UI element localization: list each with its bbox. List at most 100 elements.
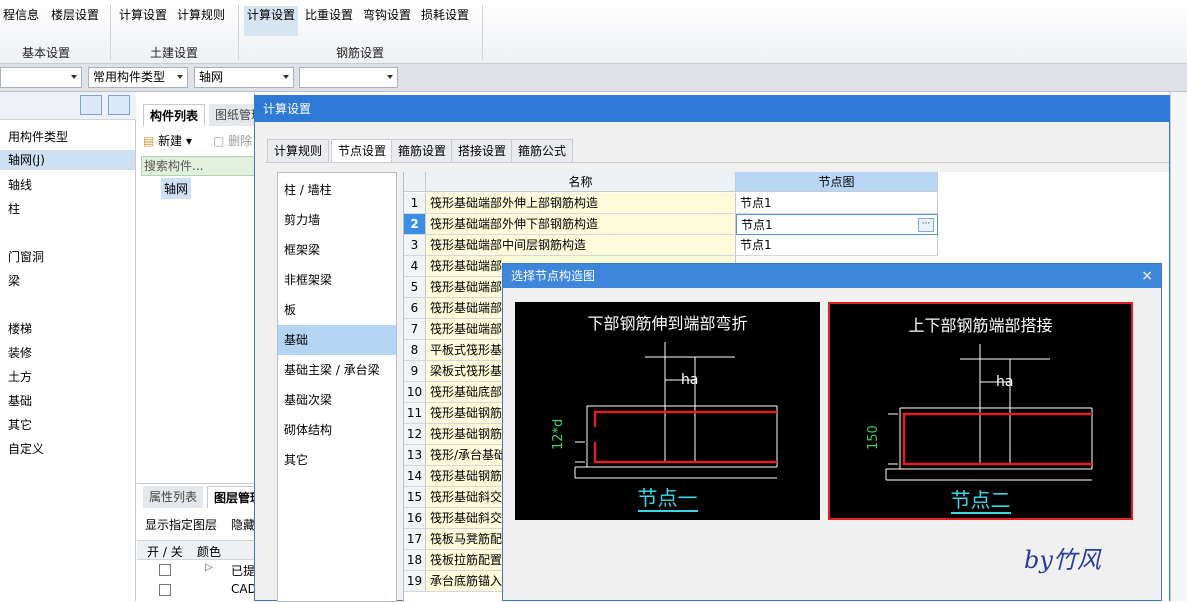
tree-item[interactable]: 楼梯 [8, 320, 32, 337]
row-number[interactable]: 19 [404, 571, 426, 592]
ribbon-tab-rebar-calc-settings[interactable]: 计算设置 [244, 6, 299, 36]
ribbon-tab-project-info[interactable]: 程信息 [0, 6, 42, 26]
new-button[interactable]: ▤ 新建 ▾ [143, 132, 192, 149]
tree-item[interactable]: 门窗洞 [8, 248, 44, 265]
row-name[interactable]: 筏形基础端部中间层钢筋构造 [426, 235, 736, 256]
row-number[interactable]: 10 [404, 382, 426, 403]
category-item[interactable]: 砌体结构 [278, 415, 396, 445]
node-option-2-selected[interactable]: 上下部钢筋端部搭接 ha 150 节点二 [828, 302, 1133, 520]
node-option-1[interactable]: 下部钢筋伸到端部弯折 ha 12*d 节点一 [515, 302, 820, 520]
tree-item-selected[interactable]: 轴网(J) [0, 150, 135, 170]
ribbon-separator [482, 4, 483, 60]
dim-ha: ha [681, 372, 699, 388]
tab-node-settings[interactable]: 节点设置 [331, 139, 394, 163]
category-item[interactable]: 框架梁 [278, 235, 396, 265]
ribbon-separator [110, 4, 111, 60]
ribbon-tab-weight-settings[interactable]: 比重设置 [302, 6, 356, 26]
row-number[interactable]: 3 [404, 235, 426, 256]
node-label-text: 节点一 [637, 486, 698, 512]
ribbon-tab-hook-settings[interactable]: 弯钩设置 [360, 6, 414, 26]
row-number[interactable]: 4 [404, 256, 426, 277]
delete-button[interactable]: ▢ 删除 [213, 132, 252, 149]
chevron-down-icon [71, 75, 77, 79]
node-value-cell[interactable]: 节点1 [736, 235, 938, 256]
tree-item[interactable]: 装修 [8, 344, 32, 361]
ribbon-tab-calc-settings[interactable]: 计算设置 [116, 6, 170, 26]
component-combo[interactable]: 轴网 [194, 67, 294, 88]
node-option-label: 节点一 [515, 482, 820, 512]
category-item[interactable]: 剪力墙 [278, 205, 396, 235]
category-list: 柱 / 墙柱 剪力墙 框架梁 非框架梁 板 基础 基础主梁 / 承台梁 基础次梁… [277, 172, 397, 602]
row-name[interactable]: 筏形基础端部外伸下部钢筋构造 [426, 214, 736, 235]
col-name-header: 名称 [426, 172, 736, 192]
floor-combo[interactable] [0, 67, 82, 88]
row-number[interactable]: 11 [404, 403, 426, 424]
row-number[interactable]: 16 [404, 508, 426, 529]
node-value-cell[interactable]: 节点1 [736, 193, 938, 214]
chevron-down-icon [387, 75, 393, 79]
row-number[interactable]: 2 [404, 214, 426, 235]
tree-item[interactable]: 柱 [8, 200, 20, 217]
tab-lap-settings[interactable]: 搭接设置 [451, 139, 514, 163]
tab-property-list[interactable]: 属性列表 [143, 486, 204, 508]
chevron-down-icon [283, 75, 289, 79]
row-number[interactable]: 8 [404, 340, 426, 361]
panel-view-icon[interactable] [108, 95, 130, 115]
search-input[interactable]: 搜索构件... [141, 156, 255, 176]
close-icon[interactable]: × [1141, 264, 1153, 288]
list-view-icon[interactable] [80, 95, 102, 115]
new-label: 新建 [158, 134, 183, 148]
row-name[interactable]: 筏形基础端部外伸上部钢筋构造 [426, 193, 736, 214]
row-number[interactable]: 12 [404, 424, 426, 445]
ribbon-tab-loss-settings[interactable]: 损耗设置 [418, 6, 472, 26]
layer-checkbox[interactable] [159, 564, 171, 576]
row-number[interactable]: 15 [404, 487, 426, 508]
category-item-selected[interactable]: 基础 [278, 325, 396, 355]
row-number[interactable]: 17 [404, 529, 426, 550]
expand-icon[interactable]: ▷ [205, 562, 213, 573]
ribbon-tab-floor-settings[interactable]: 楼层设置 [48, 6, 102, 26]
tree-item[interactable]: 用构件类型 [8, 128, 68, 145]
ribbon-tab-calc-rules[interactable]: 计算规则 [174, 6, 228, 26]
row-number[interactable]: 1 [404, 193, 426, 214]
category-item[interactable]: 柱 / 墙柱 [278, 175, 396, 205]
row-number[interactable]: 14 [404, 466, 426, 487]
category-item[interactable]: 板 [278, 295, 396, 325]
layer-row: CAD [231, 582, 257, 596]
hide-button[interactable]: 隐藏 [231, 516, 255, 533]
dim-12d: 12*d [551, 418, 566, 450]
show-layer-button[interactable]: 显示指定图层 [145, 516, 217, 533]
row-number[interactable]: 5 [404, 277, 426, 298]
category-item[interactable]: 非框架梁 [278, 265, 396, 295]
layer-checkbox[interactable] [159, 584, 171, 596]
row-number[interactable]: 13 [404, 445, 426, 466]
tree-item[interactable]: 其它 [8, 416, 32, 433]
tree-item[interactable]: 土方 [8, 368, 32, 385]
tree-item[interactable]: 轴线 [8, 176, 32, 193]
row-number[interactable]: 18 [404, 550, 426, 571]
grid-corner [404, 172, 426, 192]
layer-row: 已提 [231, 564, 256, 578]
tree-item[interactable]: 自定义 [8, 440, 44, 457]
component-tree-panel: 用构件类型 轴网(J) 轴线 柱 门窗洞 梁 楼梯 装修 土方 基础 其它 自定… [0, 92, 136, 601]
row-number[interactable]: 6 [404, 298, 426, 319]
component-type-value: 常用构件类型 [93, 70, 166, 84]
ribbon-group-civil: 土建设置 [150, 46, 199, 60]
node-dialog-title: 选择节点构造图 × [503, 264, 1161, 288]
row-number[interactable]: 9 [404, 361, 426, 382]
list-item[interactable]: 轴网 [161, 178, 192, 199]
tree-item[interactable]: 梁 [8, 272, 20, 289]
category-item[interactable]: 其它 [278, 445, 396, 475]
ellipsis-icon[interactable]: ··· [918, 218, 934, 232]
component-type-combo[interactable]: 常用构件类型 [88, 67, 188, 88]
category-item[interactable]: 基础次梁 [278, 385, 396, 415]
category-item[interactable]: 基础主梁 / 承台梁 [278, 355, 396, 385]
tab-component-list[interactable]: 构件列表 [143, 104, 206, 126]
tab-calc-rules[interactable]: 计算规则 [267, 139, 330, 163]
tab-stirrup-formula[interactable]: 箍筋公式 [511, 139, 574, 163]
tab-stirrup-settings[interactable]: 箍筋设置 [391, 139, 454, 163]
row-number[interactable]: 7 [404, 319, 426, 340]
tree-item[interactable]: 基础 [8, 392, 32, 409]
element-combo[interactable] [299, 67, 398, 88]
node-value-cell-selected[interactable]: 节点1 ··· [736, 214, 938, 235]
